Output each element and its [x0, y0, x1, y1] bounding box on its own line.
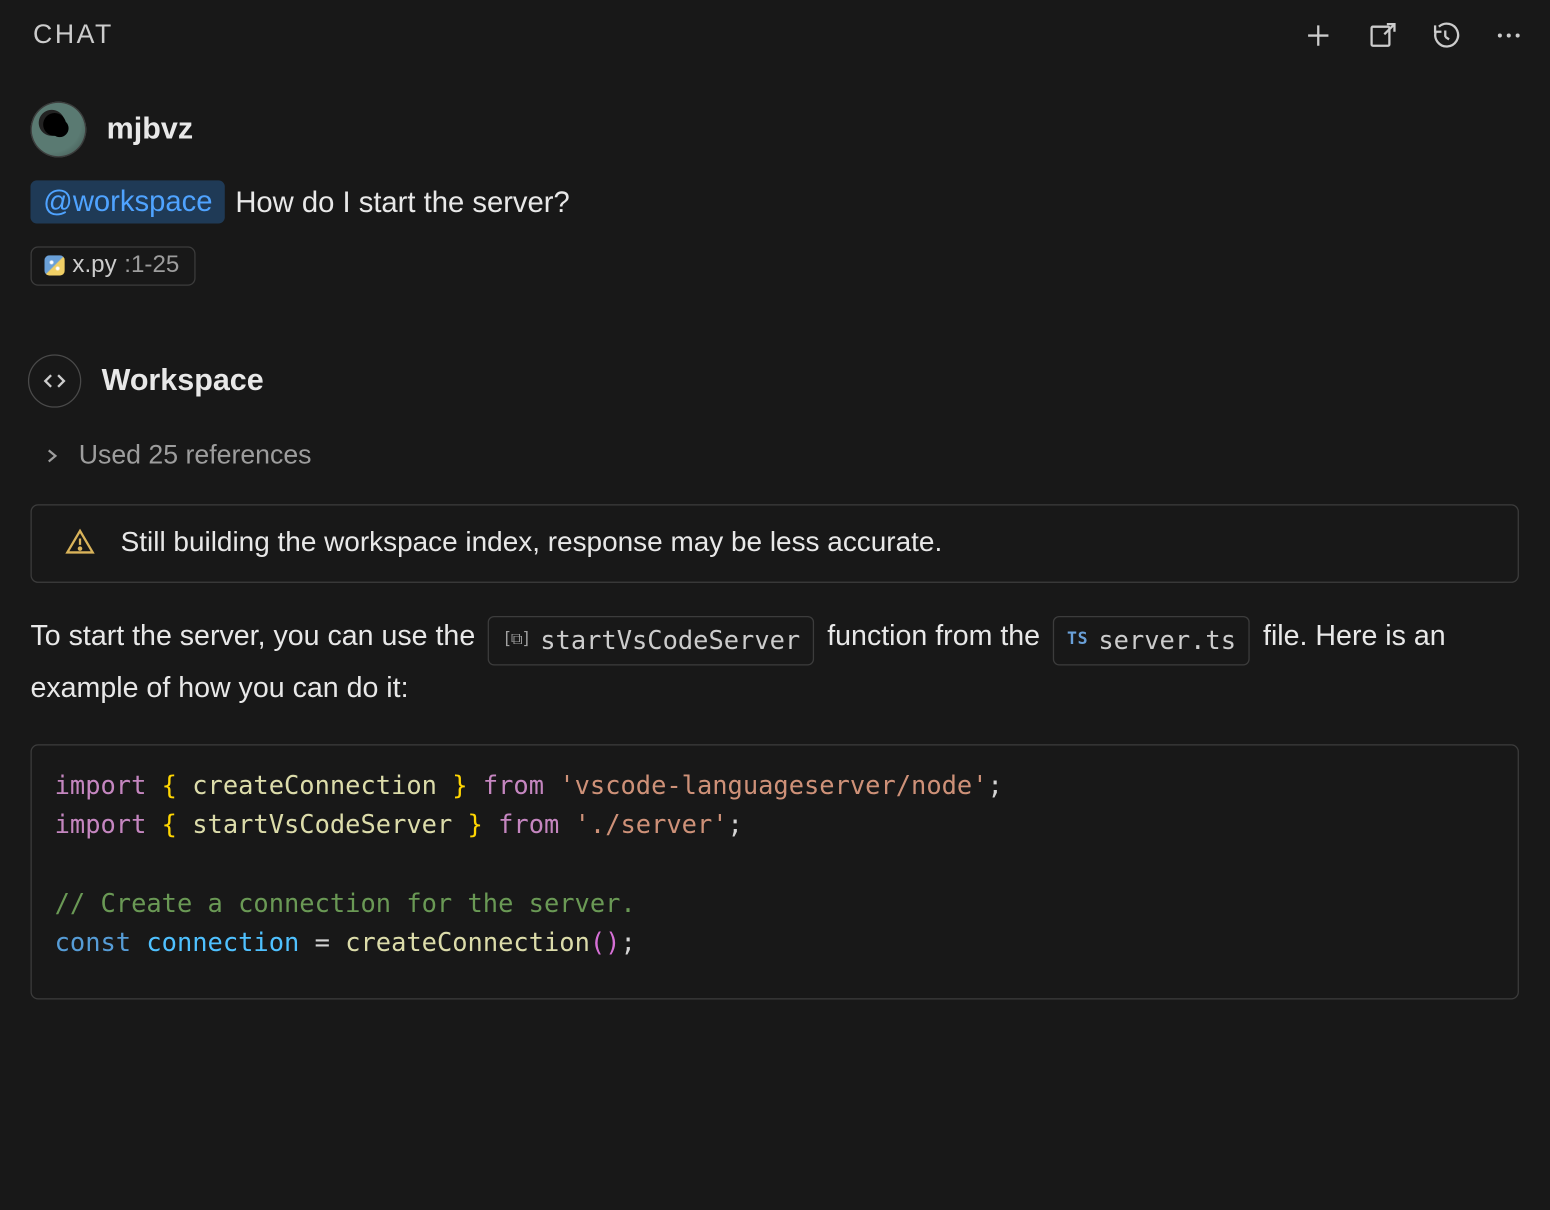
code-tag-icon — [28, 354, 81, 407]
file-name: server.ts — [1098, 620, 1236, 661]
code-import2-mod: './server' — [575, 810, 728, 840]
code-comment: // Create a connection for the server. — [55, 888, 636, 918]
code-import1-mod: 'vscode-languageserver/node' — [559, 770, 987, 800]
user-message-header: mjbvz — [25, 84, 1524, 181]
user-query: @workspace How do I start the server? — [25, 180, 1524, 241]
symbol-chip[interactable]: [⧉] startVsCodeServer — [488, 616, 814, 666]
references-label: Used 25 references — [79, 441, 312, 471]
chat-header: CHAT — [0, 0, 1549, 66]
agent-name: Workspace — [102, 363, 264, 399]
symbol-name: startVsCodeServer — [540, 620, 800, 661]
chat-title: CHAT — [33, 20, 114, 50]
warning-icon — [65, 527, 95, 557]
open-external-icon[interactable] — [1367, 20, 1397, 50]
history-icon[interactable] — [1430, 20, 1460, 50]
username: mjbvz — [107, 112, 193, 148]
answer-text-pre: To start the server, you can use the — [30, 620, 483, 652]
python-file-icon — [44, 255, 64, 275]
answer-text-mid: function from the — [827, 620, 1048, 652]
code-block[interactable]: import { createConnection } from 'vscode… — [30, 745, 1518, 1000]
code-const-call: createConnection — [345, 928, 590, 958]
avatar — [30, 102, 86, 158]
context-filename: x.py — [72, 251, 116, 279]
agent-header: Workspace — [25, 286, 1524, 423]
context-chip[interactable]: x.py :1-25 — [30, 246, 195, 285]
header-actions — [1303, 20, 1524, 50]
warning-banner: Still building the workspace index, resp… — [30, 504, 1518, 583]
typescript-file-icon: TS — [1067, 627, 1088, 653]
chevron-right-icon — [43, 447, 61, 465]
warning-text: Still building the workspace index, resp… — [121, 526, 943, 559]
code-const-name: connection — [146, 928, 299, 958]
code-import1-sym: createConnection — [192, 770, 437, 800]
references-toggle[interactable]: Used 25 references — [25, 423, 1524, 497]
answer-paragraph: To start the server, you can use the [⧉]… — [25, 613, 1524, 711]
code-import2-sym: startVsCodeServer — [192, 810, 452, 840]
symbol-icon: [⧉] — [502, 627, 530, 653]
file-chip[interactable]: TS server.ts — [1053, 616, 1250, 666]
plus-icon[interactable] — [1303, 20, 1333, 50]
query-text: How do I start the server? — [235, 185, 569, 219]
workspace-mention[interactable]: @workspace — [30, 180, 225, 223]
context-range: :1-25 — [124, 251, 179, 279]
more-icon[interactable] — [1494, 20, 1524, 50]
